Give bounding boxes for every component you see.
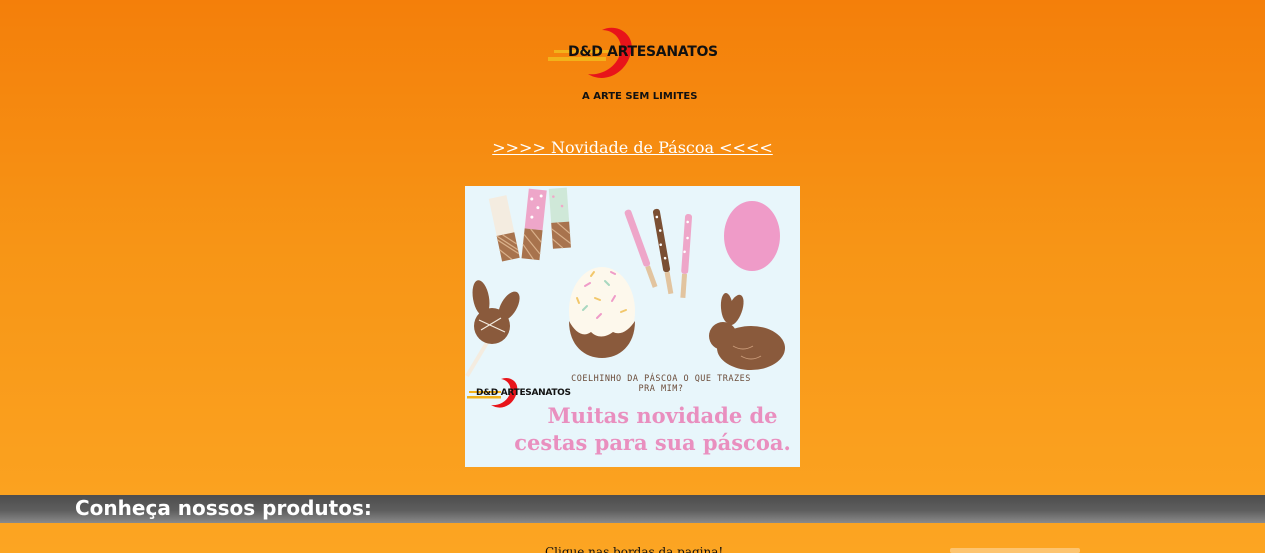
page-edges-hint: Clique nas bordas da pagina! (545, 545, 724, 553)
promo-headline-line2: cestas para sua páscoa. (514, 430, 791, 455)
brand-logo: D&D ARTESANATOS A ARTE SEM LIMITES (548, 20, 728, 110)
wafer-sticks-illustration (488, 187, 572, 262)
promo-caption: COELHINHO DA PÁSCOA O QUE TRAZES PRA MIM… (571, 374, 751, 394)
pink-egg-illustration (724, 201, 780, 271)
promo-headline-line1: Muitas novidade de (547, 403, 778, 428)
easter-news-link[interactable]: >>>> Novidade de Páscoa <<<< (492, 138, 773, 157)
easter-promo-banner[interactable]: D&D ARTESANATOS COELHINHO DA PÁSCOA O QU… (465, 186, 800, 467)
promo-headline: Muitas novidade de cestas para sua pásco… (465, 402, 800, 456)
faded-product-carousel-edge (950, 548, 1080, 553)
sprinkle-egg-illustration (569, 267, 635, 358)
products-section-bar: Conheça nossos produtos: (0, 495, 1265, 523)
brand-tagline: A ARTE SEM LIMITES (582, 91, 698, 102)
chocolate-bunny-illustration (709, 293, 785, 370)
products-section-title: Conheça nossos produtos: (75, 496, 372, 520)
pretzel-sticks-illustration (624, 208, 693, 299)
promo-logo-name: D&D ARTESANATOS (476, 388, 571, 398)
brand-name: D&D ARTESANATOS (568, 44, 718, 60)
bunny-lollipop-illustration (465, 280, 520, 378)
easter-link-row: >>>> Novidade de Páscoa <<<< (0, 138, 1265, 157)
